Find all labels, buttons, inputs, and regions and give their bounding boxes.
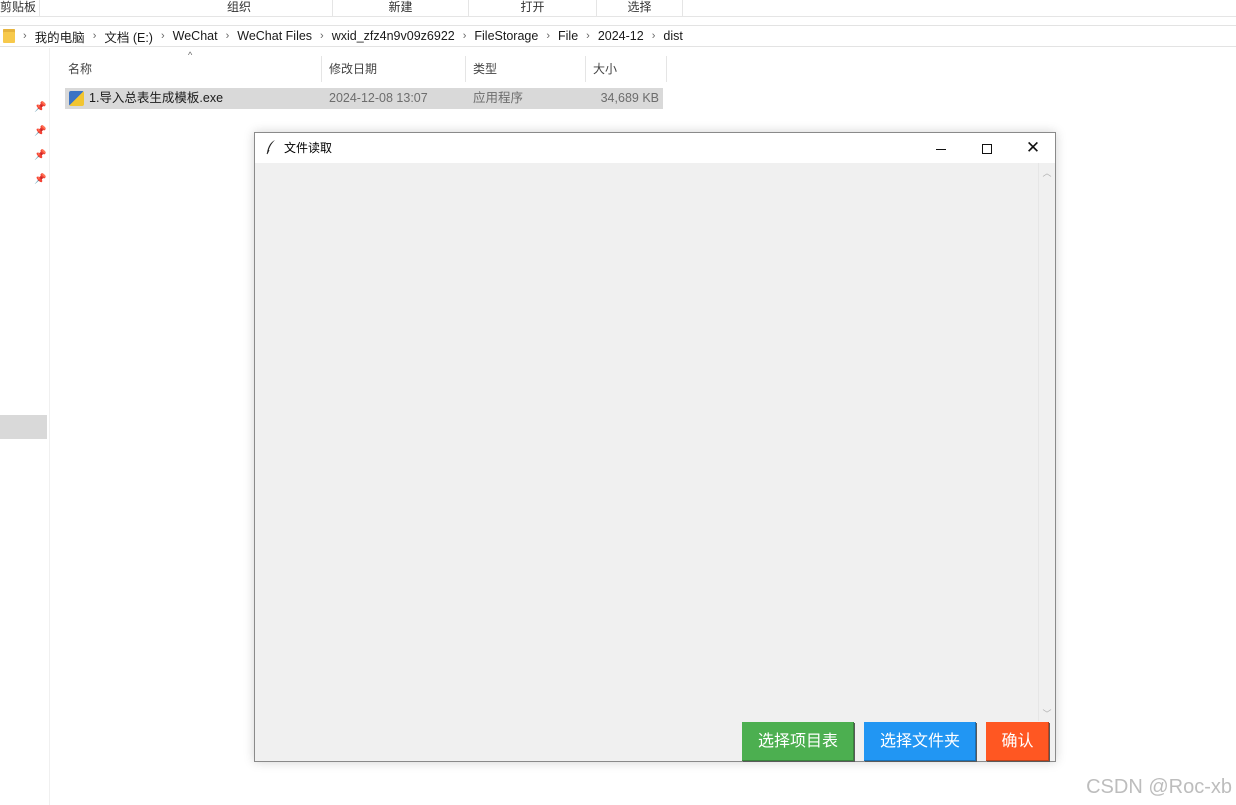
scroll-up-icon[interactable]: ︿ xyxy=(1039,166,1055,180)
pin-icon[interactable]: 📌 xyxy=(34,175,46,185)
select-folder-button[interactable]: 选择文件夹 xyxy=(864,722,976,761)
breadcrumb-wechat[interactable]: WeChat xyxy=(173,29,218,43)
ribbon-group-select: 选择 xyxy=(597,0,683,17)
maximize-button[interactable] xyxy=(964,133,1010,163)
chevron-right-icon[interactable]: › xyxy=(23,30,27,42)
feather-icon xyxy=(265,139,277,155)
select-table-button[interactable]: 选择项目表 xyxy=(742,722,854,761)
breadcrumb-filestorage[interactable]: FileStorage xyxy=(474,29,538,43)
column-header-type[interactable]: 类型 xyxy=(467,56,586,82)
nav-selected-item[interactable] xyxy=(0,415,47,439)
chevron-right-icon[interactable]: › xyxy=(586,30,590,42)
confirm-button[interactable]: 确认 xyxy=(986,722,1049,761)
content-area xyxy=(255,163,1038,761)
window-titlebar[interactable]: 文件读取 ✕ xyxy=(255,133,1055,163)
breadcrumb-2024-12[interactable]: 2024-12 xyxy=(598,29,644,43)
file-name: 1.导入总表生成模板.exe xyxy=(89,91,224,105)
chevron-right-icon[interactable]: › xyxy=(161,30,165,42)
chevron-right-icon[interactable]: › xyxy=(463,30,467,42)
minimize-icon xyxy=(936,148,946,150)
breadcrumb-wxid[interactable]: wxid_zfz4n9v09z6922 xyxy=(332,29,455,43)
chevron-right-icon[interactable]: › xyxy=(320,30,324,42)
folder-icon xyxy=(3,29,15,43)
column-header-name[interactable]: 名称 xyxy=(62,56,322,82)
file-modified-date: 2024-12-08 13:07 xyxy=(329,91,428,105)
pin-icon[interactable]: 📌 xyxy=(34,151,46,161)
file-row[interactable]: 1.导入总表生成模板.exe 2024-12-08 13:07 应用程序 34,… xyxy=(65,88,663,109)
breadcrumb-documents-drive[interactable]: 文档 (E:) xyxy=(104,27,153,46)
ribbon-group-labels: 剪贴板 组织 新建 打开 选择 xyxy=(0,0,1236,17)
ribbon-group-new: 新建 xyxy=(333,0,469,17)
pin-icon[interactable]: 📌 xyxy=(34,103,46,113)
close-button[interactable]: ✕ xyxy=(1010,133,1056,163)
file-type: 应用程序 xyxy=(473,91,524,105)
ribbon-group-organize: 组织 xyxy=(146,0,333,17)
breadcrumb-file[interactable]: File xyxy=(558,29,578,43)
ribbon-group-clipboard: 剪贴板 xyxy=(0,0,40,17)
pin-icon[interactable]: 📌 xyxy=(34,127,46,137)
chevron-right-icon[interactable]: › xyxy=(93,30,97,42)
chevron-right-icon[interactable]: › xyxy=(546,30,550,42)
column-header-modified[interactable]: 修改日期 xyxy=(323,56,466,82)
python-exe-icon xyxy=(69,91,84,106)
navigation-pane: 📌 📌 📌 📌 xyxy=(0,48,50,805)
close-icon: ✕ xyxy=(1025,138,1041,158)
vertical-scrollbar[interactable]: ︿ ﹀ xyxy=(1038,163,1055,721)
minimize-button[interactable] xyxy=(918,133,964,163)
chevron-right-icon[interactable]: › xyxy=(652,30,656,42)
address-bar[interactable]: › 我的电脑 › 文档 (E:) › WeChat › WeChat Files… xyxy=(0,25,1236,47)
watermark: CSDN @Roc-xb xyxy=(1086,776,1232,798)
scroll-down-icon[interactable]: ﹀ xyxy=(1039,707,1055,721)
breadcrumb-dist[interactable]: dist xyxy=(663,29,682,43)
maximize-icon xyxy=(982,144,992,155)
breadcrumb-my-computer[interactable]: 我的电脑 xyxy=(35,27,85,46)
file-size: 34,689 KB xyxy=(600,91,659,105)
app-window: 文件读取 ✕ ︿ ﹀ 选择项目表 选择文件夹 确认 xyxy=(254,132,1056,762)
chevron-right-icon[interactable]: › xyxy=(226,30,230,42)
window-title: 文件读取 xyxy=(284,141,333,155)
ribbon-group-open: 打开 xyxy=(469,0,597,17)
breadcrumb-wechat-files[interactable]: WeChat Files xyxy=(237,29,312,43)
column-header-size[interactable]: 大小 xyxy=(587,56,667,82)
